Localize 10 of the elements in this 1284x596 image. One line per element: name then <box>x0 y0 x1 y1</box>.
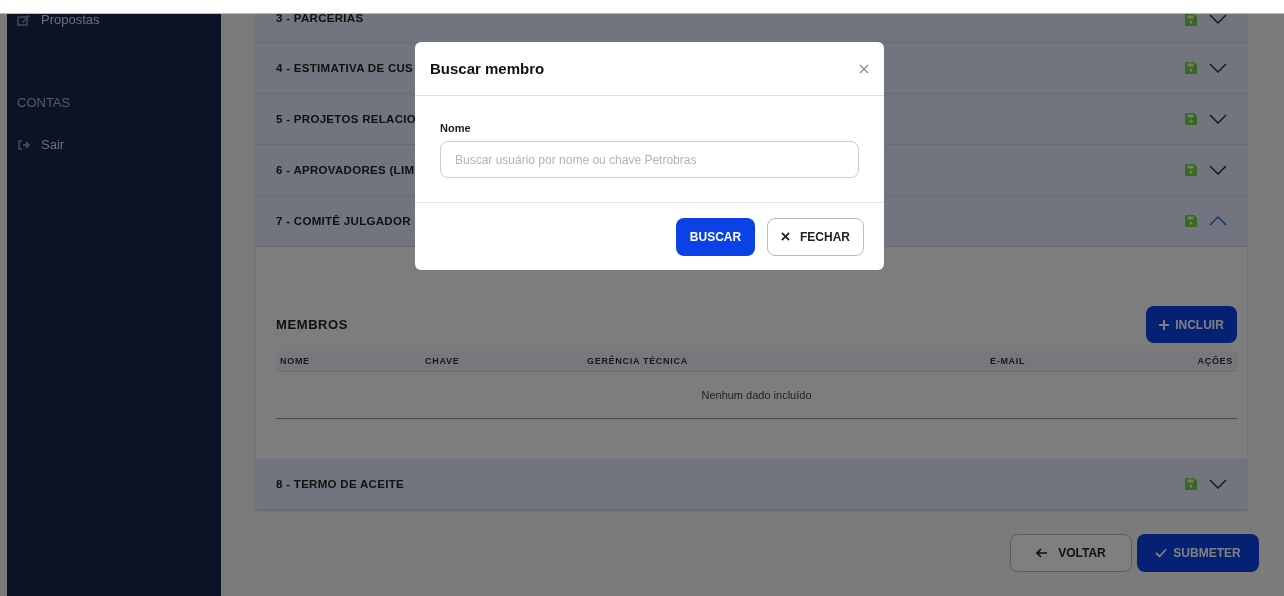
section-title: MEMBROS <box>276 317 349 332</box>
column-header: CHAVE <box>425 356 461 366</box>
empty-message: Nenhum dado incluído <box>701 389 812 401</box>
column-header: E-MAIL <box>990 356 1027 366</box>
modal-title: Buscar membro <box>430 60 545 77</box>
sidebar-heading: CONTAS <box>17 95 72 110</box>
column-header: GERÊNCIA TÉCNICA <box>587 356 689 366</box>
column-header: AÇÕES <box>1197 356 1233 366</box>
column-header: NOME <box>280 356 311 366</box>
field-label: Nome <box>440 122 471 134</box>
